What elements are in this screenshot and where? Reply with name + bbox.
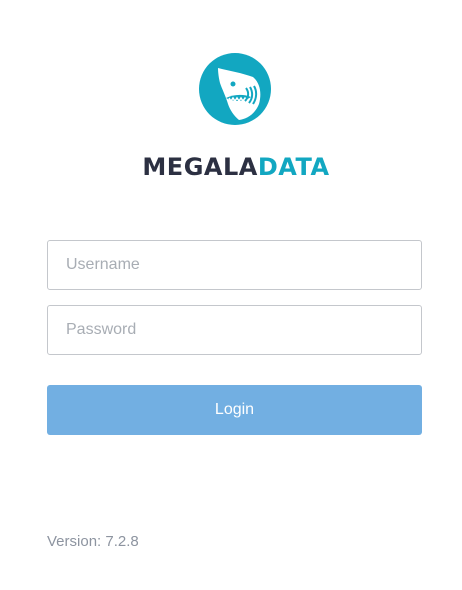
password-input[interactable] bbox=[47, 305, 422, 355]
brand-name-part-2: DATA bbox=[257, 153, 330, 181]
username-input[interactable] bbox=[47, 240, 422, 290]
brand-name-part-1: MEGALA bbox=[142, 153, 258, 181]
shark-logo-icon bbox=[199, 53, 271, 125]
login-button[interactable]: Login bbox=[47, 385, 422, 435]
brand-wordmark: MEGALADATA bbox=[0, 150, 462, 184]
login-page: MEGALADATA Login Version: 7.2.8 bbox=[0, 0, 462, 590]
version-text: Version: 7.2.8 bbox=[47, 533, 139, 550]
